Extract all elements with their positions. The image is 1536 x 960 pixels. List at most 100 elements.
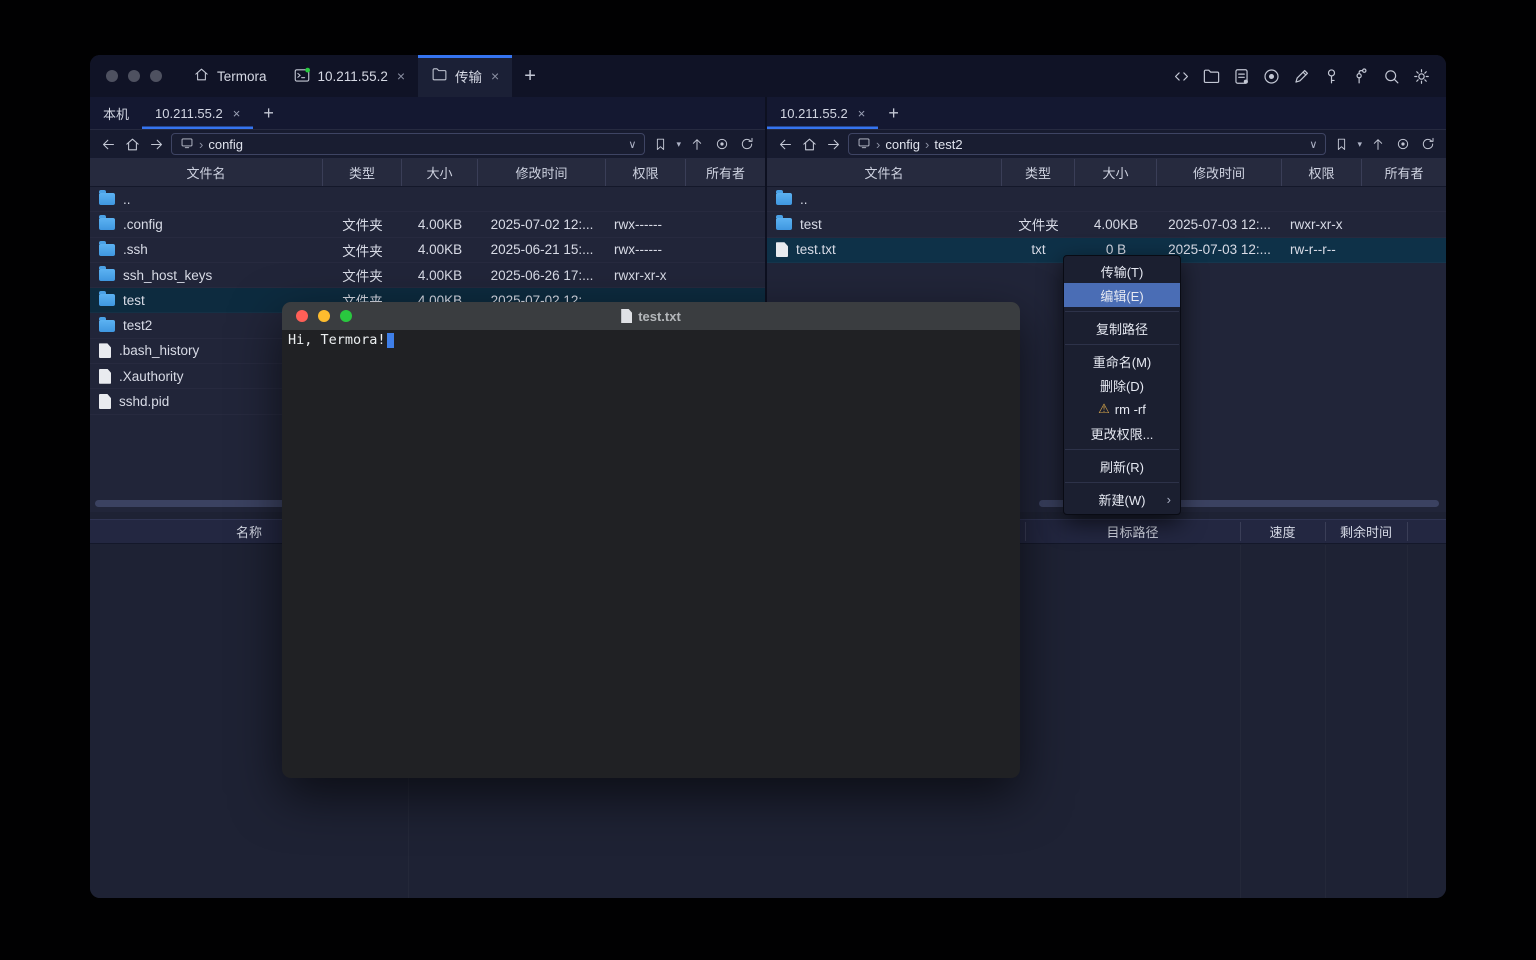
left-path-input[interactable]: › config ∨ [171, 133, 645, 155]
file-mtime: 2025-07-03 12:... [1157, 212, 1282, 236]
refresh-icon[interactable] [737, 135, 756, 154]
col-filename[interactable]: 文件名 [767, 159, 1002, 186]
close-window-button[interactable] [106, 70, 118, 82]
editor-titlebar[interactable]: test.txt [282, 302, 1020, 330]
keychain-icon[interactable] [1350, 65, 1372, 87]
record-icon[interactable] [1260, 65, 1282, 87]
col-target-path[interactable]: 目标路径 [1025, 520, 1240, 543]
tab-left-host[interactable]: 10.211.55.2 × [142, 97, 253, 129]
file-owner [686, 238, 765, 262]
upload-icon[interactable] [687, 135, 706, 154]
col-filename[interactable]: 文件名 [90, 159, 323, 186]
show-hidden-icon[interactable] [1393, 135, 1412, 154]
breadcrumb-separator: › [925, 137, 929, 152]
zoom-window-button[interactable] [340, 310, 352, 322]
show-hidden-icon[interactable] [712, 135, 731, 154]
folder-icon [99, 244, 115, 256]
table-row[interactable]: .. [767, 187, 1446, 212]
menu-item-copy-path[interactable]: 复制路径 [1064, 316, 1180, 340]
breadcrumb-config[interactable]: config [885, 137, 920, 152]
tab-home[interactable]: Termora [180, 55, 280, 97]
menu-item-new[interactable]: 新建(W) › [1064, 487, 1180, 511]
left-panel-tabs: 本机 10.211.55.2 × + [90, 97, 765, 130]
right-new-tab-button[interactable]: + [878, 97, 909, 129]
menu-item-refresh[interactable]: 刷新(R) [1064, 454, 1180, 478]
folder-icon[interactable] [1200, 65, 1222, 87]
menu-separator [1065, 344, 1179, 345]
breadcrumb-test2[interactable]: test2 [934, 137, 962, 152]
file-mtime: 2025-06-21 15:... [478, 238, 606, 262]
pencil-icon[interactable] [1290, 65, 1312, 87]
home-icon[interactable] [123, 135, 141, 153]
back-icon[interactable] [99, 135, 117, 153]
column-divider[interactable] [1407, 522, 1408, 541]
forward-icon[interactable] [824, 135, 842, 153]
file-owner [1362, 187, 1446, 211]
tab-transfer[interactable]: 传输 × [418, 55, 512, 97]
notes-icon[interactable] [1230, 65, 1252, 87]
zoom-window-button[interactable] [150, 70, 162, 82]
left-new-tab-button[interactable]: + [253, 97, 284, 129]
close-icon[interactable]: × [397, 68, 405, 84]
folder-icon [99, 193, 115, 205]
chevron-down-icon[interactable]: ∨ [628, 138, 636, 151]
col-mtime[interactable]: 修改时间 [1157, 159, 1282, 186]
menu-item-edit[interactable]: 编辑(E) [1064, 283, 1180, 307]
menu-item-delete[interactable]: 删除(D) [1064, 373, 1180, 397]
col-size[interactable]: 大小 [402, 159, 478, 186]
close-icon[interactable]: × [858, 106, 866, 121]
minimize-window-button[interactable] [318, 310, 330, 322]
table-row[interactable]: .config 文件夹 4.00KB 2025-07-02 12:... rwx… [90, 212, 765, 237]
col-perm[interactable]: 权限 [606, 159, 686, 186]
home-icon [193, 66, 210, 86]
col-type[interactable]: 类型 [323, 159, 402, 186]
tab-right-host[interactable]: 10.211.55.2 × [767, 97, 878, 129]
chevron-down-icon[interactable]: ∨ [1309, 138, 1317, 151]
menu-separator [1065, 482, 1179, 483]
menu-item-rename[interactable]: 重命名(M) [1064, 349, 1180, 373]
col-owner[interactable]: 所有者 [686, 159, 765, 186]
bookmark-dropdown-icon[interactable]: ▾ [676, 139, 681, 150]
tab-host[interactable]: 10.211.55.2 × [280, 55, 419, 97]
bookmark-icon[interactable] [651, 135, 670, 154]
forward-icon[interactable] [147, 135, 165, 153]
upload-icon[interactable] [1368, 135, 1387, 154]
key-icon[interactable] [1320, 65, 1342, 87]
close-icon[interactable]: × [233, 106, 241, 121]
close-window-button[interactable] [296, 310, 308, 322]
col-size[interactable]: 大小 [1075, 159, 1157, 186]
search-icon[interactable] [1380, 65, 1402, 87]
settings-icon[interactable] [1410, 65, 1432, 87]
editor-content[interactable]: Hi, Termora! [282, 330, 1020, 350]
table-row[interactable]: .ssh 文件夹 4.00KB 2025-06-21 15:... rwx---… [90, 238, 765, 263]
col-mtime[interactable]: 修改时间 [478, 159, 606, 186]
col-type[interactable]: 类型 [1002, 159, 1075, 186]
refresh-icon[interactable] [1418, 135, 1437, 154]
file-owner [686, 187, 765, 211]
new-tab-button[interactable]: + [512, 55, 548, 97]
close-icon[interactable]: × [491, 68, 499, 84]
terminal-icon [293, 66, 311, 87]
col-perm[interactable]: 权限 [1282, 159, 1362, 186]
breadcrumb-config[interactable]: config [208, 137, 243, 152]
col-owner[interactable]: 所有者 [1362, 159, 1446, 186]
table-row[interactable]: ssh_host_keys 文件夹 4.00KB 2025-06-26 17:.… [90, 263, 765, 288]
right-path-input[interactable]: › config › test2 ∨ [848, 133, 1326, 155]
col-remaining-time[interactable]: 剩余时间 [1325, 520, 1407, 543]
back-icon[interactable] [776, 135, 794, 153]
menu-item-rm-rf[interactable]: ⚠ rm -rf [1064, 397, 1180, 421]
minimize-window-button[interactable] [128, 70, 140, 82]
tab-local[interactable]: 本机 [90, 97, 142, 129]
menu-separator [1065, 311, 1179, 312]
col-speed[interactable]: 速度 [1240, 520, 1325, 543]
table-row[interactable]: .. [90, 187, 765, 212]
bookmark-icon[interactable] [1332, 135, 1351, 154]
bookmark-dropdown-icon[interactable]: ▾ [1357, 139, 1362, 150]
code-icon[interactable] [1170, 65, 1192, 87]
home-icon[interactable] [800, 135, 818, 153]
column-divider [1407, 545, 1408, 898]
menu-item-transfer[interactable]: 传输(T) [1064, 259, 1180, 283]
table-row[interactable]: test 文件夹 4.00KB 2025-07-03 12:... rwxr-x… [767, 212, 1446, 237]
file-name: test [800, 217, 822, 232]
menu-item-change-permissions[interactable]: 更改权限... [1064, 421, 1180, 445]
